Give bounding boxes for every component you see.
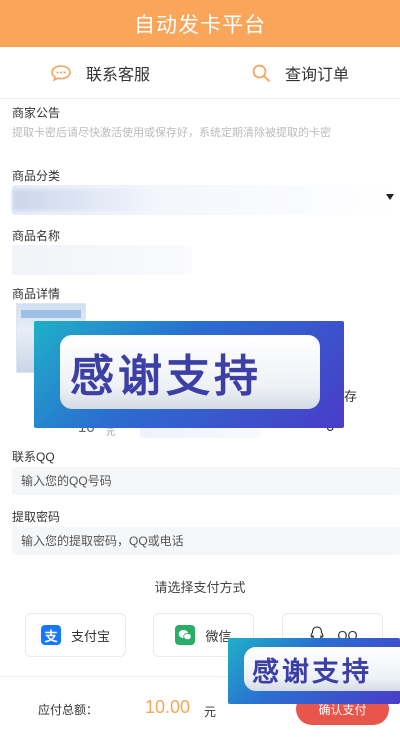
page: 自动发卡平台 联系客服 查询订单 商家公告 提取卡密后请尽快激活使用或保存好，系… xyxy=(0,0,400,737)
product-name-label: 商品名称 xyxy=(12,229,61,243)
thanks-banner-small-plate: 感谢支持 xyxy=(244,647,400,691)
contact-service-label: 联系客服 xyxy=(85,66,150,84)
notice-text: 提取卡密后请尽快激活使用或保存好，系统定期清除被提取的卡密 xyxy=(12,127,331,139)
password-input[interactable] xyxy=(12,527,400,555)
product-name-field xyxy=(12,245,192,275)
qq-label: 联系QQ xyxy=(12,450,55,464)
pay-alipay-button[interactable]: 支 支付宝 xyxy=(25,613,126,657)
category-label: 商品分类 xyxy=(12,169,61,183)
contact-service-button[interactable]: 联系客服 xyxy=(0,47,200,98)
category-selected-value xyxy=(12,189,152,211)
total-unit: 元 xyxy=(204,705,217,719)
thanks-banner-small: 感谢支持 xyxy=(228,638,400,704)
wechat-icon xyxy=(175,625,196,645)
thanks-banner-large: 感谢支持 xyxy=(34,321,344,428)
thanks-banner-small-text: 感谢支持 xyxy=(252,656,372,688)
detail-label: 商品详情 xyxy=(12,287,61,301)
page-title: 自动发卡平台 xyxy=(134,13,266,37)
thanks-banner-plate: 感谢支持 xyxy=(60,335,320,409)
password-label: 提取密码 xyxy=(12,510,61,524)
alipay-icon: 支 xyxy=(40,625,61,645)
app-header: 自动发卡平台 xyxy=(0,0,400,47)
payment-title: 请选择支付方式 xyxy=(154,580,246,595)
top-nav: 联系客服 查询订单 xyxy=(0,47,400,99)
stock-label: 存 xyxy=(344,389,358,404)
category-select[interactable] xyxy=(12,185,400,215)
dropdown-arrow-icon xyxy=(386,194,394,200)
query-order-button[interactable]: 查询订单 xyxy=(200,47,400,98)
chat-bubble-icon xyxy=(51,64,71,81)
total-label: 应付总额： xyxy=(38,703,99,717)
qq-input[interactable] xyxy=(12,467,400,495)
search-icon xyxy=(252,64,270,82)
thanks-banner-text: 感谢支持 xyxy=(70,351,262,402)
query-order-label: 查询订单 xyxy=(284,66,349,84)
pay-method-label: 支付宝 xyxy=(70,628,110,644)
notice-label: 商家公告 xyxy=(12,106,61,120)
total-amount: 10.00 xyxy=(145,697,191,717)
